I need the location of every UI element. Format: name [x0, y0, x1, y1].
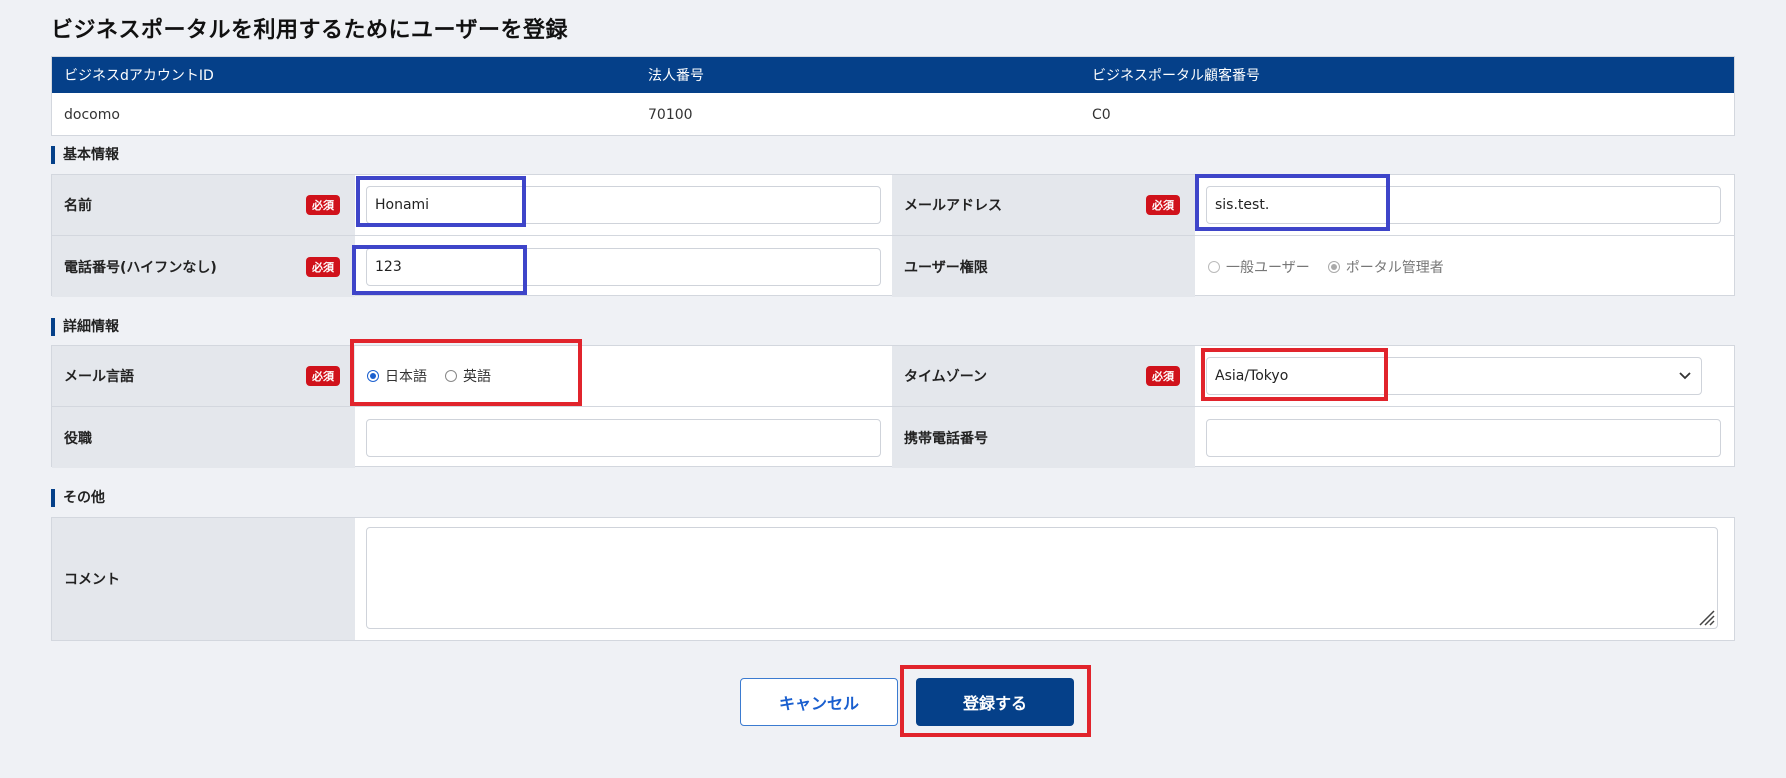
radio-japanese[interactable] — [367, 370, 379, 382]
form-row-position-mobile: 役職 携帯電話番号 — [52, 407, 1734, 468]
form-row-name-email: 名前 必須 メールアドレス 必須 — [52, 175, 1734, 236]
required-badge: 必須 — [1146, 195, 1180, 215]
mobile-value-cell — [1195, 407, 1734, 468]
timezone-label-cell: タイムゾーン 必須 — [892, 346, 1195, 406]
mail-lang-option-ja-label: 日本語 — [385, 369, 427, 385]
detail-info-form: メール言語 必須 日本語 英語 タイムゾーン 必須 Asia/Tokyo 役職 … — [51, 345, 1735, 468]
register-button[interactable]: 登録する — [916, 678, 1074, 726]
mobile-label-cell: 携帯電話番号 — [892, 407, 1195, 468]
required-badge: 必須 — [1146, 366, 1180, 386]
timezone-label: タイムゾーン — [904, 369, 988, 385]
comment-label-cell: コメント — [52, 518, 355, 640]
email-label: メールアドレス — [904, 198, 1002, 214]
cancel-button[interactable]: キャンセル — [740, 678, 898, 726]
name-input[interactable] — [366, 186, 881, 224]
header-corporate-number: 法人番号 — [648, 68, 704, 84]
account-info-table: ビジネスdアカウントID 法人番号 ビジネスポータル顧客番号 docomo 70… — [51, 56, 1735, 136]
form-row-comment: コメント — [52, 518, 1734, 640]
position-label: 役職 — [64, 430, 92, 447]
required-badge: 必須 — [306, 195, 340, 215]
mail-lang-option-en[interactable]: 英語 — [445, 366, 491, 386]
timezone-value-cell: Asia/Tokyo — [1195, 346, 1734, 406]
role-label-cell: ユーザー権限 — [892, 236, 1195, 297]
header-business-account-id: ビジネスdアカウントID — [64, 68, 214, 84]
mobile-label: 携帯電話番号 — [904, 430, 988, 447]
mail-lang-label-cell: メール言語 必須 — [52, 346, 355, 406]
section-basic-info: 基本情報 — [51, 146, 119, 164]
role-option-admin-label: ポータル管理者 — [1345, 259, 1444, 276]
radio-general-user[interactable] — [1208, 260, 1220, 273]
required-badge: 必須 — [306, 366, 340, 386]
name-value-cell — [355, 175, 892, 235]
section-detail-info: 詳細情報 — [51, 318, 119, 336]
mobile-input[interactable] — [1206, 418, 1721, 457]
corporate-number-value: 70100 — [648, 107, 693, 123]
required-badge: 必須 — [306, 256, 340, 277]
phone-label: 電話番号(ハイフンなし) — [64, 259, 217, 276]
mail-lang-radio-group: 日本語 英語 — [367, 366, 491, 386]
phone-input[interactable] — [366, 247, 881, 286]
email-label-cell: メールアドレス 必須 — [892, 175, 1195, 235]
account-info-row: docomo 70100 C0 — [52, 93, 1734, 137]
mail-lang-value-cell: 日本語 英語 — [355, 346, 892, 406]
mail-lang-label: メール言語 — [64, 369, 134, 385]
page-title: ビジネスポータルを利用するためにユーザーを登録 — [51, 18, 569, 43]
position-label-cell: 役職 — [52, 407, 355, 468]
radio-portal-admin[interactable] — [1327, 260, 1340, 273]
header-customer-number: ビジネスポータル顧客番号 — [1092, 68, 1260, 84]
position-value-cell — [355, 407, 892, 468]
role-value-cell: 一般ユーザー ポータル管理者 — [1195, 236, 1734, 297]
form-row-phone-role: 電話番号(ハイフンなし) 必須 ユーザー権限 一般ユーザー ポータル管理者 — [52, 236, 1734, 297]
name-label: 名前 — [64, 198, 92, 214]
customer-number-value: C0 — [1092, 107, 1111, 123]
email-input[interactable] — [1206, 186, 1721, 224]
comment-textarea[interactable] — [366, 527, 1718, 629]
comment-value-cell — [355, 518, 1734, 640]
email-value-cell — [1195, 175, 1734, 235]
account-info-header: ビジネスdアカウントID 法人番号 ビジネスポータル顧客番号 — [52, 57, 1734, 93]
comment-label: コメント — [64, 572, 120, 588]
basic-info-form: 名前 必須 メールアドレス 必須 電話番号(ハイフンなし) 必須 ユーザー権限 — [51, 174, 1735, 297]
role-option-general-label: 一般ユーザー — [1226, 259, 1310, 276]
timezone-select[interactable]: Asia/Tokyo — [1206, 357, 1702, 395]
role-label: ユーザー権限 — [904, 259, 988, 276]
mail-lang-option-en-label: 英語 — [463, 369, 491, 385]
section-other: その他 — [51, 489, 105, 507]
mail-lang-option-ja[interactable]: 日本語 — [367, 366, 427, 386]
role-option-general[interactable]: 一般ユーザー — [1208, 257, 1310, 277]
phone-label-cell: 電話番号(ハイフンなし) 必須 — [52, 236, 355, 297]
role-option-admin[interactable]: ポータル管理者 — [1327, 257, 1444, 277]
radio-english[interactable] — [445, 370, 457, 382]
chevron-down-icon — [1679, 369, 1691, 383]
business-account-id-value: docomo — [64, 107, 120, 123]
role-radio-group: 一般ユーザー ポータル管理者 — [1208, 257, 1444, 277]
phone-value-cell — [355, 236, 892, 297]
form-row-lang-timezone: メール言語 必須 日本語 英語 タイムゾーン 必須 Asia/Tokyo — [52, 346, 1734, 407]
name-label-cell: 名前 必須 — [52, 175, 355, 235]
position-input[interactable] — [366, 418, 881, 457]
timezone-selected-value: Asia/Tokyo — [1215, 368, 1289, 384]
resize-grip-icon[interactable] — [1697, 608, 1715, 626]
other-form: コメント — [51, 517, 1735, 641]
